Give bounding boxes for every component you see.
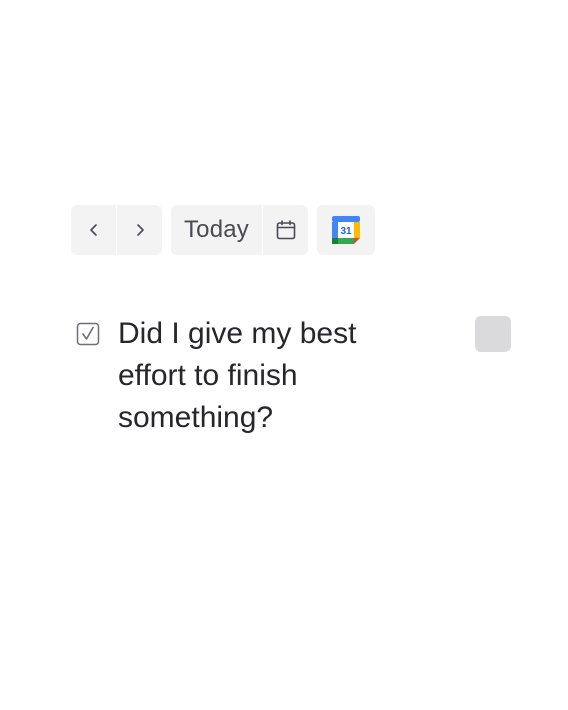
date-picker-button[interactable] bbox=[262, 205, 308, 255]
today-group: Today bbox=[171, 205, 308, 255]
today-button[interactable]: Today bbox=[171, 205, 262, 255]
previous-day-button[interactable] bbox=[71, 205, 116, 255]
chevron-right-icon bbox=[136, 224, 144, 236]
page: Today 31 Did I give my best effort to fi… bbox=[0, 0, 568, 710]
checkbox-checked-icon[interactable] bbox=[76, 322, 100, 346]
next-day-button[interactable] bbox=[116, 205, 162, 255]
google-calendar-icon: 31 bbox=[332, 216, 360, 244]
prompt-text: Did I give my best effort to finish some… bbox=[118, 317, 357, 434]
date-toolbar: Today 31 bbox=[71, 205, 375, 255]
chevron-left-icon bbox=[89, 224, 97, 236]
google-calendar-button[interactable]: 31 bbox=[317, 205, 375, 255]
prompt-action-button[interactable] bbox=[475, 316, 511, 352]
calendar-icon bbox=[276, 220, 295, 240]
date-nav-group bbox=[71, 205, 162, 255]
google-calendar-day: 31 bbox=[340, 226, 352, 237]
